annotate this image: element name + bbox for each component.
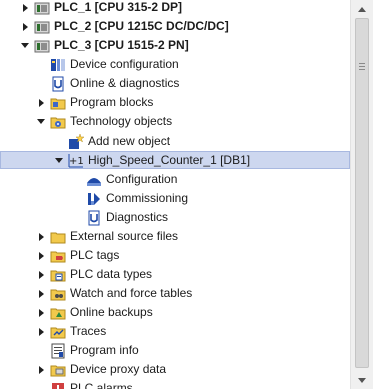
tree-item-label: Technology objects bbox=[70, 114, 173, 128]
expand-arrow-icon[interactable] bbox=[36, 98, 46, 108]
tree-item-device-proxy-data[interactable]: Device proxy data bbox=[0, 360, 350, 379]
tree-item-label: Configuration bbox=[106, 172, 178, 186]
tree-item-configuration[interactable]: Configuration bbox=[0, 170, 350, 189]
online-backups-folder-icon bbox=[50, 308, 66, 319]
watch-tables-folder-icon bbox=[50, 289, 66, 300]
diagnostics-icon bbox=[88, 210, 100, 225]
commissioning-icon bbox=[88, 192, 100, 205]
device-proxy-folder-icon bbox=[50, 365, 66, 376]
tree-item-plc-data-types[interactable]: PLC data types bbox=[0, 265, 350, 284]
plc-alarms-icon bbox=[52, 382, 64, 389]
tree-item-label: High_Speed_Counter_1 [DB1] bbox=[88, 152, 251, 167]
folder-icon bbox=[50, 98, 66, 109]
device-configuration-icon bbox=[51, 58, 65, 71]
tree-item-label: PLC_1 [CPU 315-2 DP] bbox=[54, 0, 183, 14]
collapse-arrow-icon[interactable] bbox=[20, 41, 30, 51]
tree-item-technology-objects[interactable]: Technology objects bbox=[0, 112, 350, 131]
tree-item-plc-2[interactable]: PLC_2 [CPU 1215C DC/DC/DC] bbox=[0, 17, 350, 36]
tree-item-label: PLC data types bbox=[70, 267, 153, 281]
scroll-up-arrow-icon[interactable] bbox=[355, 2, 369, 16]
tree-item-traces[interactable]: Traces bbox=[0, 322, 350, 341]
collapse-arrow-icon[interactable] bbox=[54, 155, 64, 165]
tree-item-label: Traces bbox=[70, 324, 107, 338]
project-tree: PLC_1 [CPU 315-2 DP] PLC_2 [CPU 1215C DC… bbox=[0, 0, 350, 389]
tree-item-online-backups[interactable]: Online backups bbox=[0, 303, 350, 322]
traces-folder-icon bbox=[50, 327, 66, 338]
tree-item-high-speed-counter[interactable]: +1 High_Speed_Counter_1 [DB1] bbox=[0, 151, 350, 169]
expand-arrow-icon[interactable] bbox=[36, 270, 46, 280]
plc-device-icon bbox=[34, 2, 50, 14]
plc-device-icon bbox=[34, 40, 50, 52]
scroll-down-arrow-icon[interactable] bbox=[355, 373, 369, 387]
tree-item-label: Add new object bbox=[88, 134, 171, 148]
tree-item-program-info[interactable]: Program info bbox=[0, 341, 350, 360]
tree-item-label: External source files bbox=[70, 229, 179, 243]
collapse-arrow-icon[interactable] bbox=[36, 117, 46, 127]
vertical-scrollbar[interactable] bbox=[350, 0, 373, 389]
svg-text:+1: +1 bbox=[69, 156, 84, 167]
tree-item-plc-1[interactable]: PLC_1 [CPU 315-2 DP] bbox=[0, 0, 350, 17]
tree-item-program-blocks[interactable]: Program blocks bbox=[0, 93, 350, 112]
expand-arrow-icon[interactable] bbox=[36, 365, 46, 375]
tree-item-watch-and-force-tables[interactable]: Watch and force tables bbox=[0, 284, 350, 303]
plc-device-icon bbox=[34, 21, 50, 33]
scrollbar-grip-icon bbox=[359, 63, 365, 72]
tree-item-label: PLC_2 [CPU 1215C DC/DC/DC] bbox=[54, 19, 229, 33]
folder-icon bbox=[50, 232, 66, 243]
expand-arrow-icon[interactable] bbox=[36, 327, 46, 337]
tree-item-plc-tags[interactable]: PLC tags bbox=[0, 246, 350, 265]
tree-item-label: Device configuration bbox=[70, 57, 179, 71]
tree-item-label: Watch and force tables bbox=[70, 286, 193, 300]
tree-item-label: Program info bbox=[70, 343, 139, 357]
plc-tags-folder-icon bbox=[50, 251, 66, 262]
tree-item-label: PLC_3 [CPU 1515-2 PN] bbox=[54, 38, 189, 52]
online-diagnostics-icon bbox=[52, 76, 64, 91]
plc-data-types-folder-icon bbox=[50, 270, 66, 281]
tree-item-plc-3[interactable]: PLC_3 [CPU 1515-2 PN] bbox=[0, 36, 350, 55]
program-info-icon bbox=[51, 343, 65, 358]
tree-item-label: Diagnostics bbox=[106, 210, 169, 224]
tree-item-label: PLC alarms bbox=[70, 381, 133, 389]
tree-item-label: Program blocks bbox=[70, 95, 154, 109]
expand-arrow-icon[interactable] bbox=[36, 289, 46, 299]
tree-item-label: Online backups bbox=[70, 305, 153, 319]
tree-item-label: PLC tags bbox=[70, 248, 120, 262]
tree-item-label: Online & diagnostics bbox=[70, 76, 180, 90]
tree-item-label: Device proxy data bbox=[70, 362, 167, 376]
tree-item-diagnostics[interactable]: Diagnostics bbox=[0, 208, 350, 227]
expand-arrow-icon[interactable] bbox=[20, 22, 30, 32]
configuration-icon bbox=[87, 177, 101, 186]
expand-arrow-icon[interactable] bbox=[36, 232, 46, 242]
tree-item-device-configuration[interactable]: Device configuration bbox=[0, 55, 350, 74]
expand-arrow-icon[interactable] bbox=[20, 3, 30, 13]
expand-arrow-icon[interactable] bbox=[36, 308, 46, 318]
tree-item-add-new-object[interactable]: Add new object bbox=[0, 132, 350, 151]
tree-item-external-source-files[interactable]: External source files bbox=[0, 227, 350, 246]
add-new-object-icon bbox=[69, 133, 84, 149]
counter-object-icon: +1 bbox=[68, 154, 84, 168]
expand-arrow-icon[interactable] bbox=[36, 251, 46, 261]
tree-item-commissioning[interactable]: Commissioning bbox=[0, 189, 350, 208]
tree-item-label: Commissioning bbox=[106, 191, 189, 205]
scrollbar-thumb[interactable] bbox=[355, 18, 369, 368]
tree-item-online-diagnostics[interactable]: Online & diagnostics bbox=[0, 74, 350, 93]
tree-item-plc-alarms[interactable]: PLC alarms bbox=[0, 379, 350, 389]
technology-folder-icon bbox=[50, 117, 66, 128]
